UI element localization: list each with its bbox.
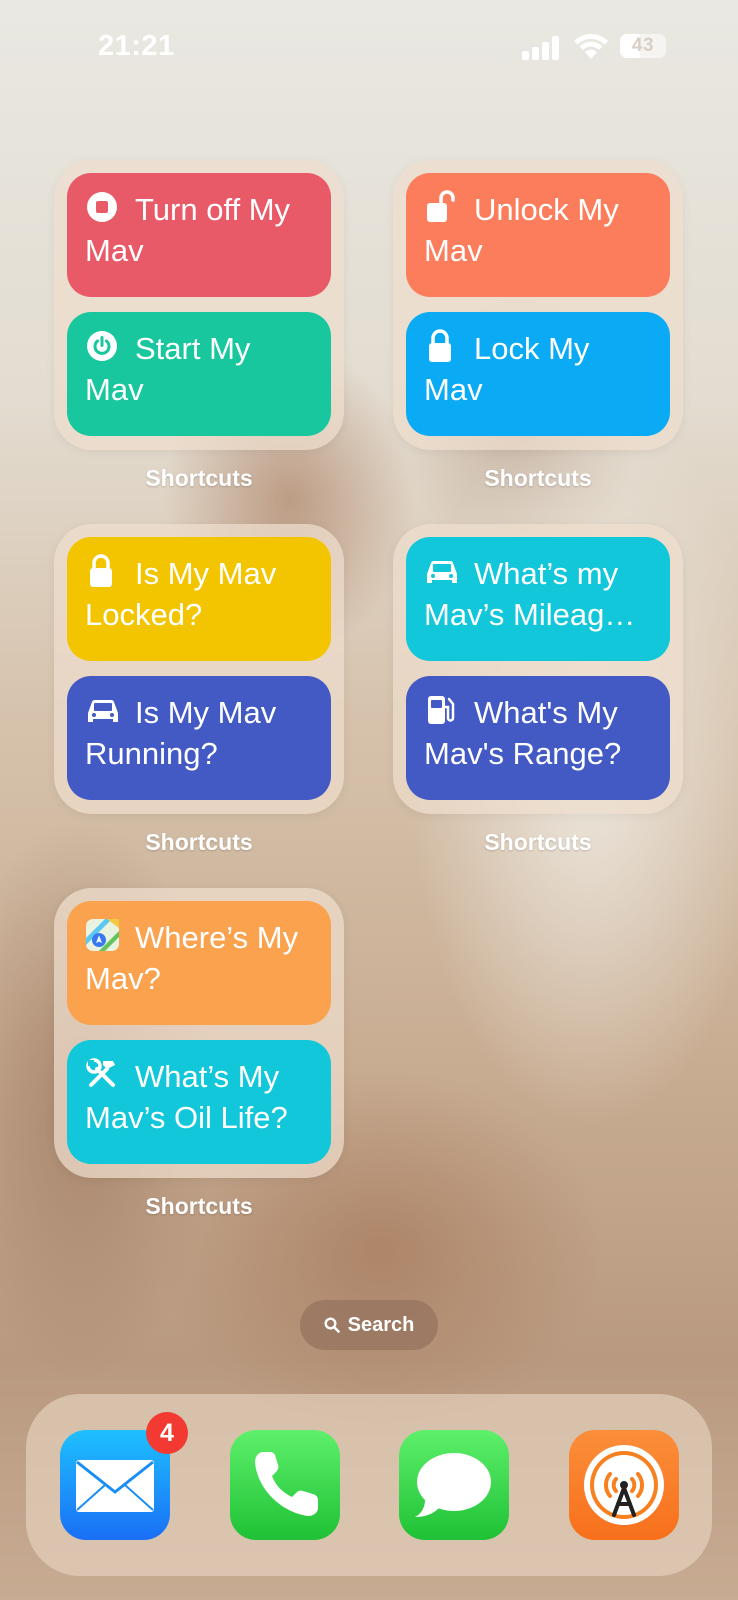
shortcuts-widget-3: Is My Mav Locked? Is My Mav Running? bbox=[54, 524, 344, 814]
wifi-icon bbox=[574, 34, 608, 59]
shortcuts-widget-4: What’s my Mav’s Mileag… What's My Mav's … bbox=[393, 524, 683, 814]
unlock-icon bbox=[427, 190, 455, 222]
search-button[interactable]: Search bbox=[300, 1300, 438, 1350]
phone-icon bbox=[255, 1452, 318, 1516]
shortcut-wheres-my-mav[interactable]: Where’s My Mav? bbox=[67, 901, 331, 1025]
lock-icon bbox=[429, 329, 451, 362]
widget-label: Shortcuts bbox=[484, 465, 592, 491]
dock: 4 bbox=[26, 1394, 712, 1576]
lock-icon bbox=[90, 554, 112, 587]
shortcut-lock-my-mav[interactable]: Lock My Mav bbox=[406, 312, 670, 436]
mail-app[interactable]: 4 bbox=[60, 1412, 188, 1540]
tools-icon bbox=[86, 1058, 115, 1087]
mail-badge: 4 bbox=[146, 1412, 188, 1454]
overcast-icon bbox=[584, 1445, 664, 1525]
shortcut-whats-my-mavs-oil-life[interactable]: What’s My Mav’s Oil Life? bbox=[67, 1040, 331, 1164]
widget-label: Shortcuts bbox=[484, 829, 592, 855]
shortcuts-widget-1: Turn off My Mav Start My Mav bbox=[54, 160, 344, 450]
search-label: Search bbox=[347, 1313, 415, 1336]
battery-icon: 43 bbox=[620, 34, 666, 58]
fuel-pump-icon bbox=[428, 696, 455, 724]
messages-app[interactable] bbox=[399, 1430, 509, 1540]
maps-icon bbox=[86, 919, 119, 951]
home-screen: 21:21 43 Turn off My Mav Start My Mav Sh… bbox=[0, 0, 738, 1600]
messages-icon bbox=[415, 1453, 491, 1517]
shortcut-whats-my-mavs-range[interactable]: What's My Mav's Range? bbox=[406, 676, 670, 800]
shortcut-start-my-mav[interactable]: Start My Mav bbox=[67, 312, 331, 436]
widget-label: Shortcuts bbox=[145, 1193, 253, 1219]
phone-app[interactable] bbox=[230, 1430, 340, 1540]
cellular-signal-icon bbox=[522, 36, 560, 60]
widget-label: Shortcuts bbox=[145, 465, 253, 491]
power-icon bbox=[87, 331, 117, 361]
car-icon bbox=[427, 560, 457, 583]
shortcut-is-my-mav-locked[interactable]: Is My Mav Locked? bbox=[67, 537, 331, 661]
search-icon bbox=[324, 1317, 340, 1333]
shortcut-unlock-my-mav[interactable]: Unlock My Mav bbox=[406, 173, 670, 297]
car-icon bbox=[88, 699, 118, 722]
shortcut-whats-my-mavs-mileage[interactable]: What’s my Mav’s Mileag… bbox=[406, 537, 670, 661]
shortcut-is-my-mav-running[interactable]: Is My Mav Running? bbox=[67, 676, 331, 800]
shortcut-turn-off-my-mav[interactable]: Turn off My Mav bbox=[67, 173, 331, 297]
shortcuts-widget-5: Where’s My Mav? What’s My Mav’s Oil Life… bbox=[54, 888, 344, 1178]
battery-level: 43 bbox=[631, 35, 655, 56]
stop-icon bbox=[87, 192, 117, 222]
status-time: 21:21 bbox=[98, 30, 175, 62]
overcast-app[interactable] bbox=[569, 1430, 679, 1540]
widget-label: Shortcuts bbox=[145, 829, 253, 855]
shortcuts-widget-2: Unlock My Mav Lock My Mav bbox=[393, 160, 683, 450]
